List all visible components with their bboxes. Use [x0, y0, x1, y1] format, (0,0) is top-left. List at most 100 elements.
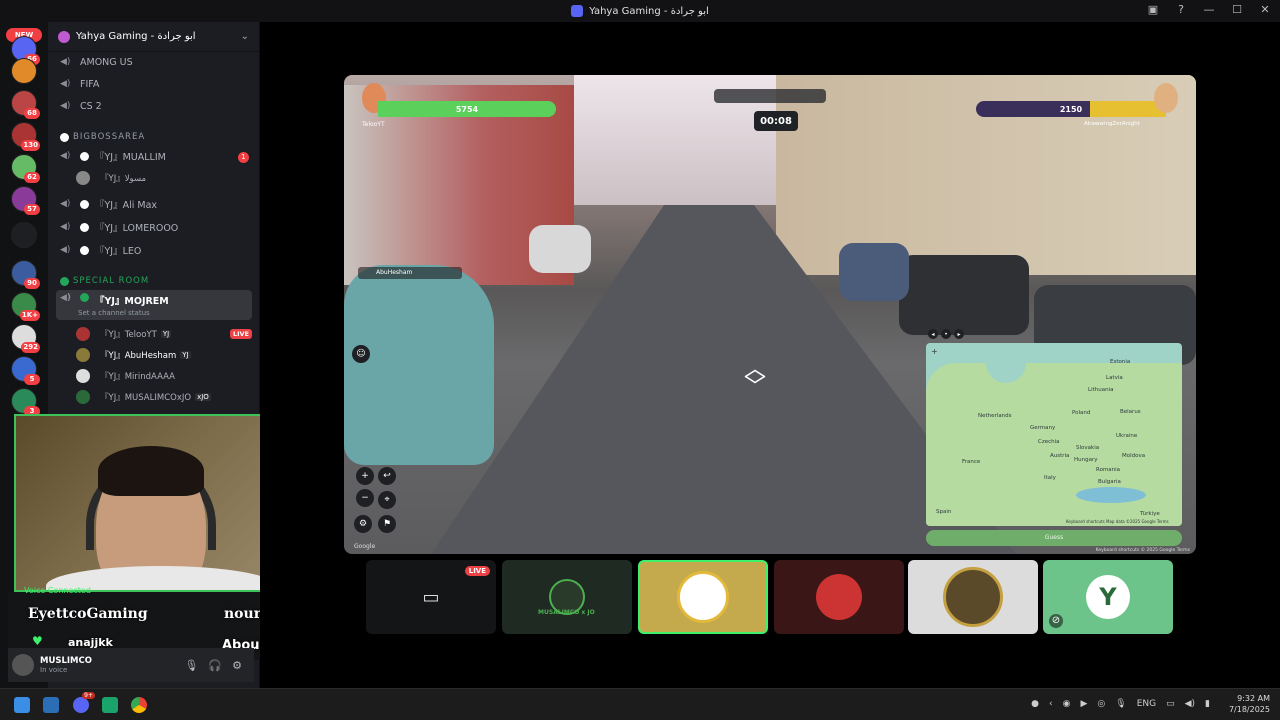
server-icon-2[interactable] [11, 58, 37, 84]
close-icon[interactable]: ✕ [1256, 3, 1274, 16]
volume-icon[interactable]: ◀) [1185, 699, 1195, 709]
participant-tile[interactable]: Y ⊘ [1043, 560, 1173, 634]
server-icon-4[interactable]: 130 [11, 122, 40, 151]
display-icon[interactable]: ▭ [1166, 699, 1175, 709]
map-attribution: Keyboard shortcuts © 2025 Google Terms [1095, 548, 1190, 553]
zoom-out-icon[interactable]: − [356, 489, 374, 507]
inbox-icon[interactable]: ▣ [1144, 3, 1162, 16]
file-explorer-icon[interactable] [43, 697, 59, 713]
channel-muallim[interactable]: ◀) 『YJ』MUALLIM [56, 146, 252, 166]
game-stream[interactable]: ︿ ﹀ 5754 TeloоYT 00:08 2150 AlrawwingZerA… [344, 75, 1196, 554]
avatar [76, 348, 90, 362]
channel-ali-max[interactable]: ◀) 『YJ』Ali Max [56, 194, 252, 214]
participant-tile[interactable] [908, 560, 1038, 634]
live-badge: LIVE [464, 566, 490, 576]
heart-icon: ♥ [32, 634, 43, 648]
zoom-in-icon[interactable]: + [356, 467, 374, 485]
window-title: Yahya Gaming - ابو جرادة [589, 5, 709, 17]
microphone-icon[interactable]: 🎙 [1115, 699, 1126, 709]
voice-user[interactable]: 『YJ』MirindAAAA [76, 366, 252, 386]
player-left-name: TeloоYT [362, 121, 385, 128]
speaker-icon: ◀) [60, 79, 71, 89]
guess-button[interactable]: Guess [926, 530, 1182, 546]
microphone-icon[interactable]: 🎙 [184, 659, 198, 672]
channel-fifa[interactable]: ◀) FIFA [56, 74, 252, 94]
channel-cs2[interactable]: ◀) CS 2 [56, 96, 252, 116]
channel-status-hint[interactable]: Set a channel status [78, 309, 150, 317]
chevron-left-icon[interactable]: ‹ [1049, 699, 1053, 709]
car [529, 225, 591, 273]
pin-icon[interactable]: ⌖ [378, 491, 396, 509]
clock[interactable]: 9:32 AM 7/18/2025 [1229, 693, 1270, 715]
server-icon-9[interactable]: 1K+ [11, 292, 40, 321]
speaker-icon: ◀) [60, 199, 71, 209]
maximize-icon[interactable]: ☐ [1228, 3, 1246, 16]
user-panel: MUSLIMCO In voice 🎙 🎧 ⚙ [8, 648, 254, 682]
avatar [76, 390, 90, 404]
server-icon-11[interactable]: 5 [11, 356, 40, 385]
tile-label: MUSALIMCO x JO [538, 609, 595, 616]
participant-tile[interactable]: MUSALIMCO x JO [502, 560, 632, 634]
discord-logo-icon [571, 5, 584, 17]
user-status: In voice [40, 666, 68, 674]
server-icon-3[interactable]: 68 [11, 90, 40, 119]
start-icon[interactable] [14, 697, 30, 713]
guess-map[interactable]: Estonia Latvia Lithuania Netherlands Bel… [926, 343, 1182, 526]
live-badge: LIVE [229, 329, 252, 339]
car [839, 243, 909, 301]
guild-name: Yahya Gaming - ابو جرادة [76, 31, 196, 42]
server-icon-7[interactable] [11, 222, 37, 248]
channel-leo[interactable]: ◀) 『YJ』LEO [56, 240, 252, 260]
speaker-icon: ◀) [60, 222, 71, 232]
windows-taskbar: 9+ ● ‹ ◉ ▶ ◎ 🎙 ENG ▭ ◀) ▮ 9:32 AM 7/18/2… [0, 688, 1280, 720]
guild-header[interactable]: Yahya Gaming - ابو جرادة ⌄ [48, 22, 259, 52]
minimap-expand-icon[interactable]: ▸ [954, 329, 964, 339]
round-timer: 00:08 [754, 111, 798, 131]
minimap-pin-icon[interactable]: • [941, 329, 951, 339]
avatar[interactable] [12, 654, 34, 676]
server-icon-8[interactable]: 90 [11, 260, 40, 289]
voice-user[interactable]: 『YJ』MUSALIMCOxJO xJO [76, 387, 252, 407]
voice-user[interactable]: 『YJ』AbuHesham YJ [76, 345, 252, 365]
emoji-icon[interactable]: ☺ [352, 345, 370, 363]
avatar [76, 171, 90, 185]
map-zoom-in-icon[interactable]: + [931, 347, 938, 356]
category-bigbossarea[interactable]: BIGBOSSAREA [60, 132, 145, 142]
gear-icon[interactable]: ⚙ [354, 515, 372, 533]
chrome-icon[interactable] [131, 697, 147, 713]
server-icon-12[interactable]: 3 [11, 388, 40, 417]
battery-icon[interactable]: ▮ [1205, 699, 1210, 709]
discord-taskbar-icon[interactable]: 9+ [73, 692, 95, 713]
steam-icon[interactable]: ◎ [1097, 699, 1105, 709]
voice-user[interactable]: 『YJ』TeloоYT YJ LIVE [76, 324, 252, 344]
channel-lomerooo[interactable]: ◀) 『YJ』LOMEROOO [56, 217, 252, 237]
server-icon-10[interactable]: 292 [11, 324, 40, 353]
play-icon[interactable]: ▶ [1080, 699, 1087, 709]
tray-icon[interactable]: ● [1031, 699, 1039, 709]
gear-icon[interactable]: ⚙ [232, 659, 242, 672]
move-arrows-icon[interactable]: ︿ ﹀ [744, 359, 766, 399]
minimap-shrink-icon[interactable]: ◂ [928, 329, 938, 339]
participant-tile[interactable] [774, 560, 904, 634]
minimize-icon[interactable]: — [1200, 3, 1218, 16]
tray-icon[interactable]: ◉ [1063, 699, 1071, 709]
language-label[interactable]: ENG [1137, 699, 1156, 709]
server-icon-6[interactable]: 57 [11, 186, 40, 215]
participant-tile-speaking[interactable] [638, 560, 768, 634]
category-special-room[interactable]: SPECIAL ROOM [60, 276, 149, 286]
muted-icon: ⊘ [1049, 614, 1063, 628]
participant-tile[interactable]: LIVE ▭ [366, 560, 496, 634]
headphones-icon[interactable]: 🎧 [208, 659, 222, 672]
server-icon-5[interactable]: 62 [11, 154, 40, 183]
voice-user[interactable]: 『YJ』مسولا [76, 168, 252, 188]
flag-icon[interactable]: ⚑ [378, 515, 396, 533]
screen-share-icon: ▭ [422, 586, 440, 608]
channel-among-us[interactable]: ◀) AMONG US [56, 52, 252, 72]
help-icon[interactable]: ? [1172, 3, 1190, 16]
undo-icon[interactable]: ↩ [378, 467, 396, 485]
avatar [76, 369, 90, 383]
app-icon[interactable] [102, 697, 118, 713]
player-right-name: AlrawwingZerAnight [1084, 121, 1140, 127]
car [899, 255, 1029, 335]
speaker-icon: ◀) [60, 101, 71, 111]
